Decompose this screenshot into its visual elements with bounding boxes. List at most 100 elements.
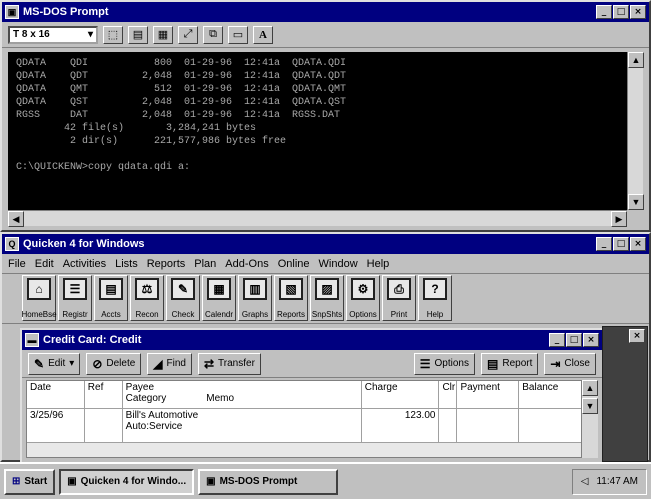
table-row[interactable]: 3/25/96 Bill's Automotive Auto:Service 1… bbox=[27, 409, 581, 443]
report-button[interactable]: ▤ Report bbox=[481, 352, 539, 375]
dos-console[interactable]: QDATA QDI 800 01-29-96 12:41a QDATA.QDI Q… bbox=[8, 52, 627, 210]
menu-item-help[interactable]: Help bbox=[367, 258, 390, 270]
register-scrollbar[interactable]: ▲ ▼ bbox=[582, 380, 598, 458]
taskbar-item-quicken[interactable]: ▣ Quicken 4 for Windo... bbox=[59, 468, 195, 495]
row-date[interactable]: 3/25/96 bbox=[27, 409, 85, 442]
maximize-button[interactable]: □ bbox=[613, 5, 629, 19]
menu-item-lists[interactable]: Lists bbox=[115, 258, 138, 270]
dos-titlebar[interactable]: ▣ MS-DOS Prompt _ □ × bbox=[2, 2, 649, 22]
system-tray: ◁ 11:47 AM bbox=[571, 468, 647, 495]
dos-vertical-scrollbar[interactable]: ▲ ▼ bbox=[627, 52, 644, 210]
scroll-left-icon[interactable]: ◀ bbox=[8, 211, 24, 227]
homebse-button[interactable]: ⌂ HomeBse bbox=[21, 275, 57, 321]
menu-item-window[interactable]: Window bbox=[319, 258, 358, 270]
close-button[interactable]: × bbox=[583, 333, 599, 347]
check-icon: ✎ bbox=[171, 278, 195, 300]
maximize-button[interactable]: □ bbox=[613, 237, 629, 251]
start-button[interactable]: ⊞ Start bbox=[4, 468, 56, 495]
scroll-down-icon[interactable]: ▼ bbox=[628, 194, 644, 210]
menu-item-file[interactable]: File bbox=[8, 258, 26, 270]
close-button[interactable]: × bbox=[629, 329, 645, 343]
header-category: Category bbox=[125, 393, 167, 404]
minimize-button[interactable]: _ bbox=[549, 333, 565, 347]
accounts-icon: ▤ bbox=[99, 278, 123, 300]
transfer-label: Transfer bbox=[218, 358, 255, 369]
scroll-up-icon[interactable]: ▲ bbox=[628, 52, 644, 68]
icon-bar: ⌂ HomeBse ☰ Registr ▤ Accts ⚖ Recon ✎ Check ▦ Calen… bbox=[2, 274, 649, 324]
dos-horizontal-scrollbar[interactable]: ◀ ▶ bbox=[8, 210, 627, 227]
scroll-right-icon[interactable]: ▶ bbox=[611, 211, 627, 227]
delete-button[interactable]: ⊘ Delete bbox=[86, 352, 142, 375]
background-icon[interactable]: ▭ bbox=[228, 25, 248, 44]
row-payee[interactable]: Bill's Automotive bbox=[126, 410, 358, 421]
find-button[interactable]: ◢ Find bbox=[147, 352, 192, 375]
minimize-button[interactable]: _ bbox=[596, 237, 612, 251]
check-button[interactable]: ✎ Check bbox=[166, 275, 200, 321]
row-payee-cell[interactable]: Bill's Automotive Auto:Service bbox=[123, 409, 362, 442]
menu-item-plan[interactable]: Plan bbox=[194, 258, 216, 270]
font-button[interactable]: A bbox=[253, 25, 273, 44]
calendr-button[interactable]: ▦ Calendr bbox=[202, 275, 236, 321]
menu-item-online[interactable]: Online bbox=[278, 258, 310, 270]
quicken-system-icon[interactable]: Q bbox=[5, 237, 19, 251]
quicken-window: Q Quicken 4 for Windows _ □ × File Edit Ac… bbox=[0, 232, 651, 494]
header-payee: Payee Category Memo bbox=[122, 381, 362, 408]
properties-icon[interactable]: ⧉ bbox=[203, 25, 223, 44]
reports-button[interactable]: ▧ Reports bbox=[274, 275, 308, 321]
console-line: QDATA QDT 2,048 01-29-96 12:41a QDATA.QD… bbox=[16, 71, 347, 82]
snpshts-button[interactable]: ▨ SnpShts bbox=[310, 275, 344, 321]
start-label: Start bbox=[24, 476, 48, 487]
scroll-up-icon[interactable]: ▲ bbox=[582, 380, 598, 396]
row-clr[interactable] bbox=[439, 409, 458, 442]
menu-item-reports[interactable]: Reports bbox=[147, 258, 186, 270]
quicken-titlebar[interactable]: Q Quicken 4 for Windows _ □ × bbox=[2, 234, 649, 254]
fullscreen-icon[interactable]: ⤢ bbox=[178, 25, 198, 44]
table-row[interactable] bbox=[27, 443, 581, 457]
maximize-button[interactable]: □ bbox=[566, 333, 582, 347]
scroll-down-icon[interactable]: ▼ bbox=[582, 398, 598, 414]
recon-button[interactable]: ⚖ Recon bbox=[130, 275, 164, 321]
close-button[interactable]: × bbox=[630, 5, 646, 19]
taskbar-item-dos[interactable]: ▣ MS-DOS Prompt bbox=[198, 468, 339, 495]
row-balance bbox=[519, 409, 581, 442]
speaker-icon[interactable]: ◁ bbox=[581, 476, 589, 487]
transfer-button[interactable]: ⇄ Transfer bbox=[197, 352, 261, 375]
taskbar: ⊞ Start ▣ Quicken 4 for Windo... ▣ MS-DOS P… bbox=[0, 462, 651, 499]
report-label: Report bbox=[502, 358, 533, 369]
reports-icon: ▧ bbox=[279, 278, 303, 300]
options-button[interactable]: ☰ Options bbox=[413, 352, 475, 375]
graphs-button[interactable]: ▥ Graphs bbox=[238, 275, 272, 321]
close-button[interactable]: × bbox=[630, 237, 646, 251]
edit-button[interactable]: ✎ Edit ▾ bbox=[28, 352, 81, 375]
row-payment[interactable] bbox=[457, 409, 520, 442]
dos-system-icon[interactable]: ▣ bbox=[5, 5, 19, 19]
graphs-icon: ▥ bbox=[243, 278, 267, 300]
font-size-select[interactable]: T 8 x 16 ▾ bbox=[8, 25, 98, 44]
clock: 11:47 AM bbox=[596, 476, 638, 487]
close-register-button[interactable]: ⇥ Close bbox=[544, 352, 596, 375]
menu-item-addons[interactable]: Add-Ons bbox=[225, 258, 268, 270]
chevron-down-icon[interactable]: ▾ bbox=[88, 29, 93, 40]
paste-icon[interactable]: ▦ bbox=[153, 25, 173, 44]
row-ref[interactable] bbox=[85, 409, 123, 442]
menu-item-edit[interactable]: Edit bbox=[35, 258, 54, 270]
header-payee-label: Payee bbox=[125, 382, 155, 393]
register-system-icon[interactable]: ▬ bbox=[25, 333, 39, 347]
iconbar-label: Print bbox=[390, 310, 408, 319]
options-button[interactable]: ⚙ Options bbox=[346, 275, 380, 321]
menu-item-activities[interactable]: Activities bbox=[63, 258, 106, 270]
registr-button[interactable]: ☰ Registr bbox=[58, 275, 92, 321]
register-titlebar[interactable]: ▬ Credit Card: Credit _ □ × bbox=[22, 330, 602, 350]
row-category[interactable]: Auto:Service bbox=[126, 421, 358, 432]
help-button[interactable]: ? Help bbox=[418, 275, 452, 321]
accts-button[interactable]: ▤ Accts bbox=[94, 275, 128, 321]
background-window-edge: × bbox=[602, 326, 648, 462]
row-charge[interactable]: 123.00 bbox=[362, 409, 440, 442]
print-button[interactable]: ⎙ Print bbox=[382, 275, 416, 321]
minimize-button[interactable]: _ bbox=[596, 5, 612, 19]
mark-icon[interactable]: ⬚ bbox=[103, 25, 123, 44]
copy-icon[interactable]: ▤ bbox=[128, 25, 148, 44]
delete-icon: ⊘ bbox=[92, 356, 103, 371]
calendar-icon: ▦ bbox=[207, 278, 231, 300]
console-line: QDATA QST 2,048 01-29-96 12:41a QDATA.QS… bbox=[16, 97, 347, 108]
